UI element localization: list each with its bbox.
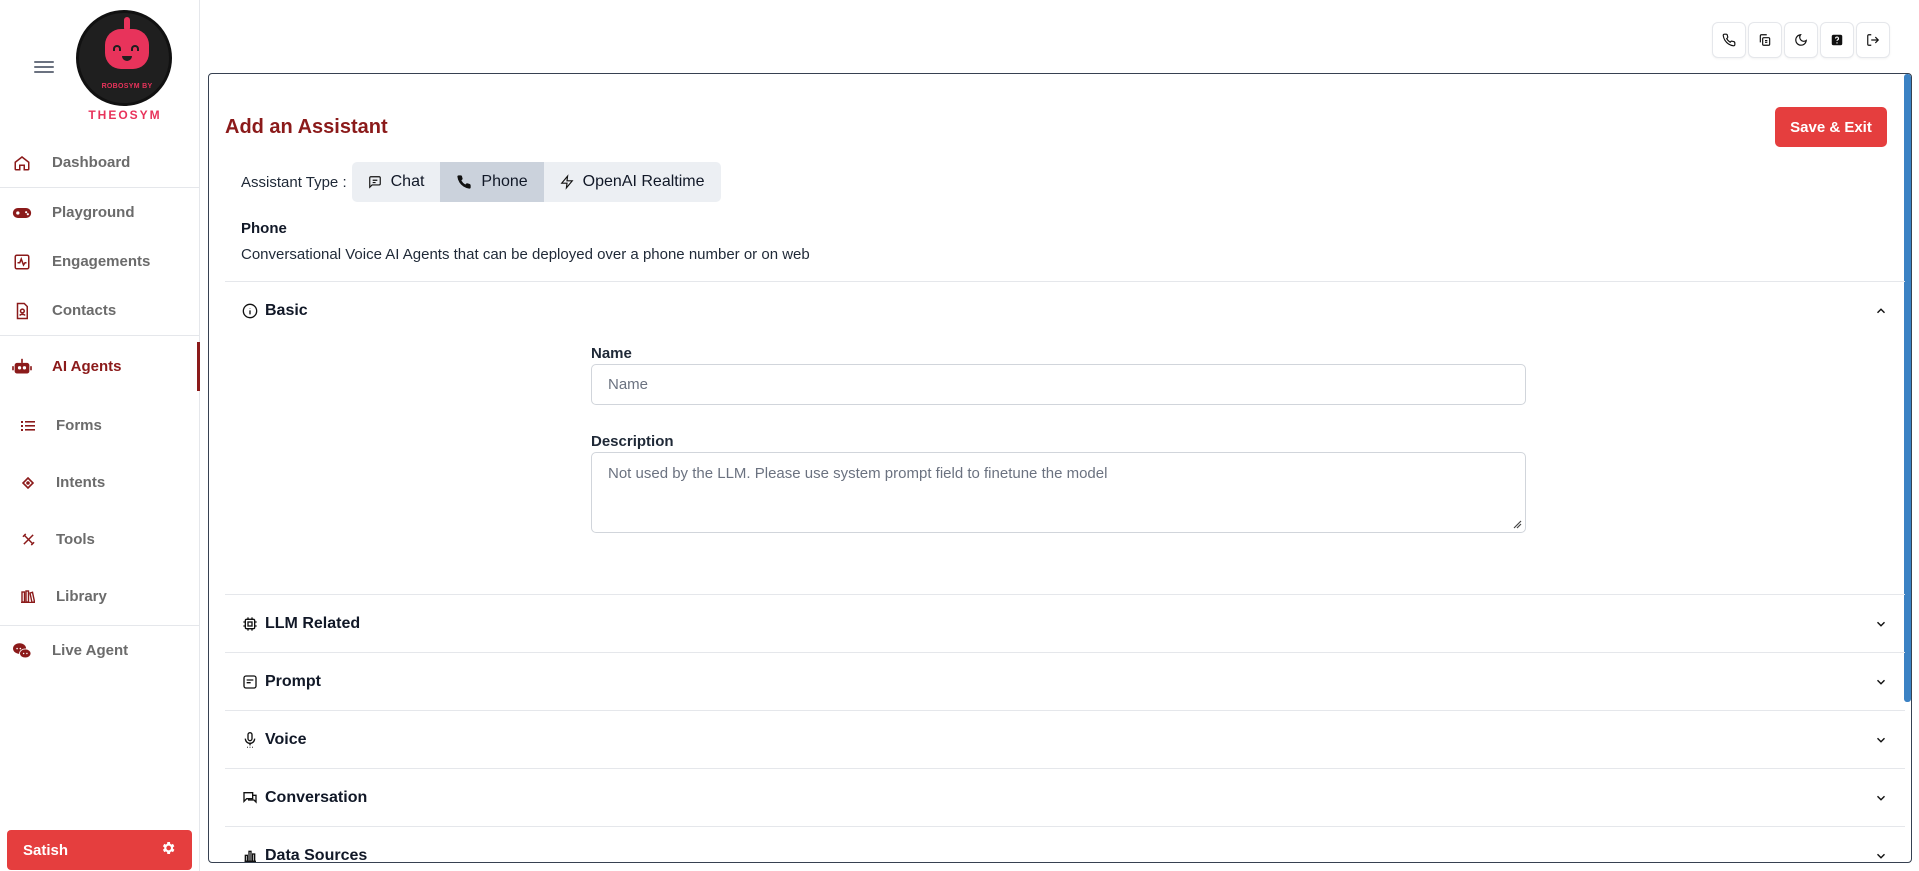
robot-icon — [12, 357, 32, 377]
assistant-type-segmented: Chat Phone OpenAI Realtime — [351, 162, 721, 202]
type-option-chat[interactable]: Chat — [352, 162, 441, 202]
sidebar-item-dashboard[interactable]: Dashboard — [0, 138, 200, 187]
sidebar-item-label: Dashboard — [52, 154, 131, 171]
chevron-down-icon[interactable] — [1873, 674, 1889, 690]
sidebar-item-label: Library — [56, 588, 107, 605]
section-data-sources: Data Sources — [225, 826, 1905, 863]
contact-icon — [12, 301, 32, 321]
target-icon — [21, 476, 35, 490]
gear-icon — [160, 840, 176, 860]
sidebar-item-library[interactable]: Library — [0, 568, 200, 625]
sidebar-item-forms[interactable]: Forms — [0, 397, 200, 454]
type-option-openai-realtime[interactable]: OpenAI Realtime — [544, 162, 721, 202]
gamepad-icon — [12, 203, 32, 223]
sidebar-item-ai-agents[interactable]: AI Agents — [0, 336, 200, 397]
sidebar-item-label: Playground — [52, 204, 135, 221]
sidebar-item-label: AI Agents — [52, 358, 122, 375]
sidebar-item-engagements[interactable]: Engagements — [0, 237, 200, 286]
chevron-down-icon[interactable] — [1873, 848, 1889, 863]
section-basic-header[interactable]: Basic — [225, 282, 1905, 339]
sidebar-item-label: Forms — [56, 417, 102, 434]
bolt-icon — [560, 174, 574, 190]
type-option-phone[interactable]: Phone — [440, 162, 544, 202]
chat-icon — [368, 176, 381, 189]
moon-icon[interactable] — [1784, 22, 1818, 58]
section-data-sources-header[interactable]: Data Sources — [225, 827, 1905, 863]
messages-icon — [241, 789, 259, 807]
description-label: Description — [591, 433, 674, 450]
section-basic: Basic Name Name Description Not used by … — [225, 281, 1905, 594]
sidebar-item-intents[interactable]: Intents — [0, 454, 200, 511]
copy-icon[interactable] — [1748, 22, 1782, 58]
info-icon — [241, 302, 259, 320]
assistant-type-label: Assistant Type : — [241, 173, 347, 191]
sidebar: ROBOSYM BY THEOSYM Dashboard Playground … — [0, 0, 200, 871]
assistant-form-card: Add an Assistant Save & Exit Assistant T… — [208, 73, 1912, 863]
tools-icon — [21, 533, 35, 547]
section-prompt: Prompt — [225, 652, 1905, 710]
sidebar-item-label: Intents — [56, 474, 106, 491]
activity-icon — [12, 252, 32, 272]
chevron-down-icon[interactable] — [1873, 790, 1889, 806]
section-voice-header[interactable]: Voice — [225, 711, 1905, 768]
user-name: Satish — [23, 841, 69, 859]
section-llm-related-header[interactable]: LLM Related — [225, 595, 1905, 652]
microphone-icon — [241, 731, 259, 749]
sidebar-item-live-agent[interactable]: Live Agent — [0, 626, 200, 675]
assistant-type-row: Assistant Type : Chat Phone OpenAI Realt… — [241, 162, 721, 202]
chevron-down-icon[interactable] — [1873, 732, 1889, 748]
sidebar-item-label: Contacts — [52, 302, 117, 319]
menu-toggle-icon[interactable] — [34, 58, 54, 74]
chevron-down-icon[interactable] — [1873, 616, 1889, 632]
section-conversation: Conversation — [225, 768, 1905, 826]
section-prompt-header[interactable]: Prompt — [225, 653, 1905, 710]
chat-bubbles-icon — [12, 641, 32, 661]
name-label: Name — [591, 345, 632, 362]
section-basic-body: Name Name Description Not used by the LL… — [225, 339, 1905, 594]
sidebar-item-tools[interactable]: Tools — [0, 511, 200, 568]
logout-icon[interactable] — [1856, 22, 1890, 58]
library-icon — [21, 590, 35, 604]
description-field[interactable]: Not used by the LLM. Please use system p… — [591, 452, 1526, 533]
section-voice: Voice — [225, 710, 1905, 768]
section-conversation-header[interactable]: Conversation — [225, 769, 1905, 826]
form-sections: Basic Name Name Description Not used by … — [225, 281, 1905, 863]
sidebar-item-contacts[interactable]: Contacts — [0, 286, 200, 335]
home-icon — [12, 153, 32, 173]
bar-chart-icon — [241, 847, 259, 863]
section-llm-related: LLM Related — [225, 594, 1905, 652]
topbar-actions — [1712, 22, 1892, 58]
sidebar-item-label: Live Agent — [52, 642, 129, 659]
user-settings-button[interactable]: Satish — [7, 830, 192, 870]
logo: ROBOSYM BY THEOSYM — [76, 10, 174, 122]
sidebar-item-label: Tools — [56, 531, 95, 548]
list-icon — [21, 419, 35, 433]
chevron-up-icon[interactable] — [1873, 303, 1889, 319]
scrollbar[interactable] — [1904, 74, 1911, 702]
phone-icon[interactable] — [1712, 22, 1746, 58]
type-description: Conversational Voice AI Agents that can … — [241, 246, 810, 263]
page-title: Add an Assistant — [225, 116, 388, 138]
phone-icon — [457, 175, 472, 189]
resize-handle-icon[interactable] — [1512, 519, 1522, 529]
chip-icon — [241, 615, 259, 633]
document-icon — [241, 673, 259, 691]
name-field[interactable]: Name — [591, 364, 1526, 405]
save-exit-button[interactable]: Save & Exit — [1775, 107, 1887, 147]
sidebar-item-label: Engagements — [52, 253, 151, 270]
help-icon[interactable] — [1820, 22, 1854, 58]
sidebar-item-playground[interactable]: Playground — [0, 188, 200, 237]
sidebar-nav: Dashboard Playground Engagements Contact… — [0, 138, 200, 675]
type-description-title: Phone — [241, 220, 287, 237]
